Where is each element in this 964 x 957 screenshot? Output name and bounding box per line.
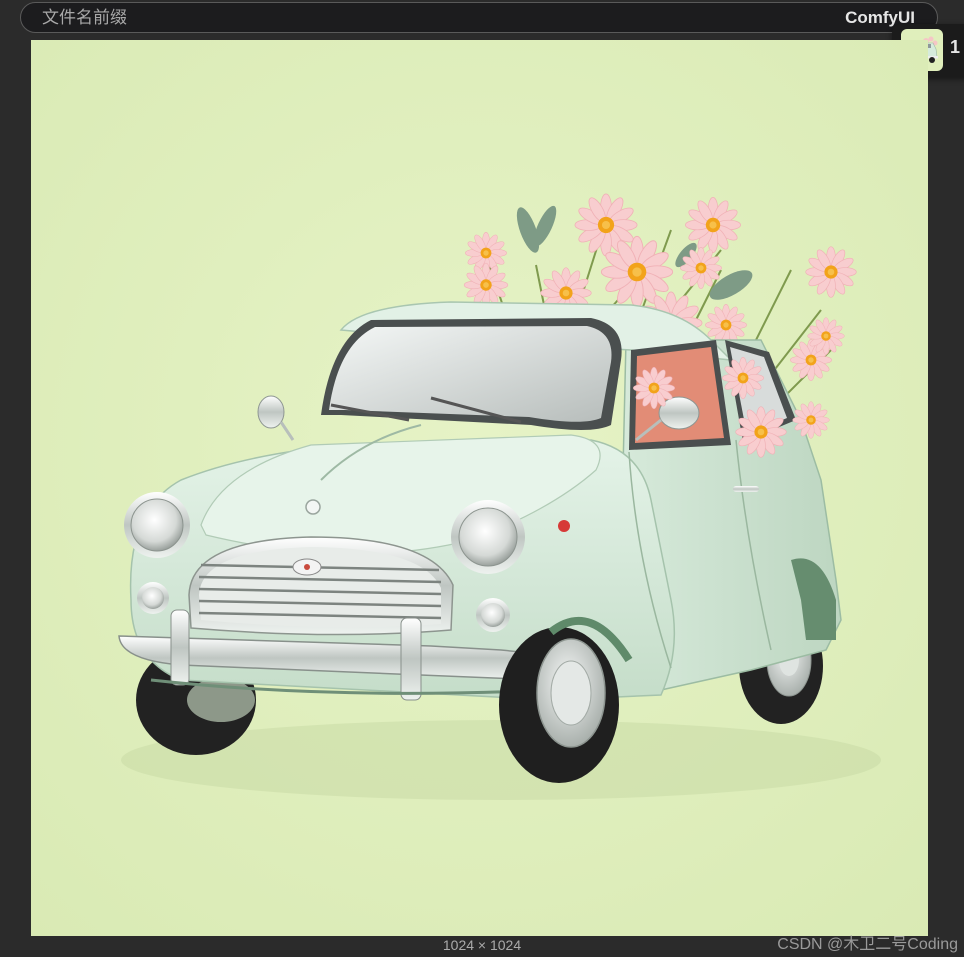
filename-prefix-input[interactable] bbox=[42, 6, 742, 30]
queue-count: 1 bbox=[950, 37, 961, 57]
filename-prefix-bar: ComfyUI bbox=[20, 2, 938, 33]
generated-image[interactable] bbox=[31, 40, 928, 936]
car-illustration bbox=[31, 40, 928, 936]
watermark-text: CSDN @木卫二号Coding bbox=[777, 936, 958, 953]
